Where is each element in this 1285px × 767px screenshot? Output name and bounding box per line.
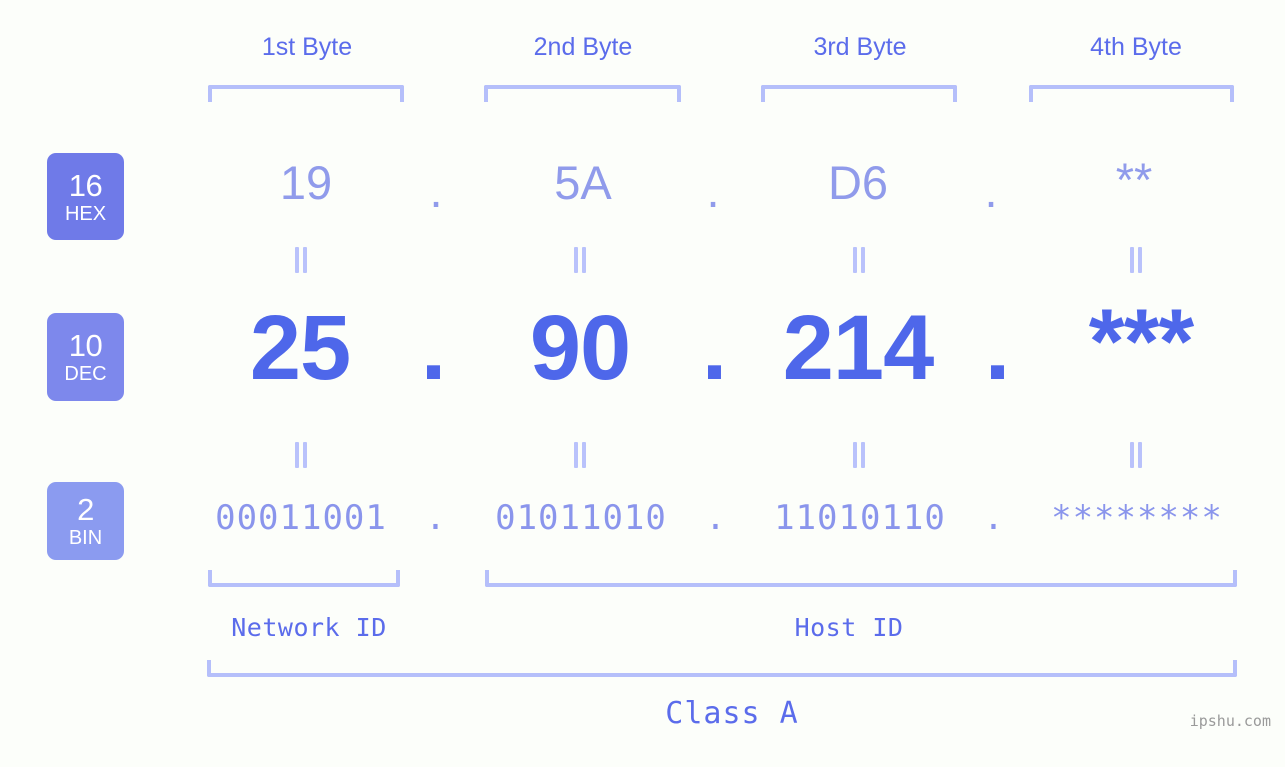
byte-header-label-2: 2nd Byte: [533, 33, 633, 61]
byte-header-label-1: 1st Byte: [261, 33, 353, 61]
equality-marker-dec-bin-1: [293, 442, 309, 468]
network-id-label: Network ID: [231, 613, 387, 642]
hex-separator-3: .: [984, 164, 998, 217]
dec-separator-1: .: [420, 297, 447, 399]
equality-marker-dec-bin-2: [572, 442, 588, 468]
dec-byte-3: 214: [782, 297, 935, 399]
byte-bracket-4: [1029, 85, 1234, 102]
bin-byte-3: 11010110: [774, 498, 946, 538]
base-badge-name-bin: BIN: [68, 527, 103, 549]
hex-separator-2: .: [706, 164, 720, 217]
hex-separator-1: .: [429, 164, 443, 217]
base-badge-radix-dec: 10: [68, 328, 103, 363]
hex-byte-3: D6: [827, 156, 889, 209]
base-badge-name-hex: HEX: [64, 202, 107, 225]
equality-marker-dec-bin-4: [1128, 442, 1144, 468]
base-badge-name-dec: DEC: [64, 363, 107, 385]
base-badge-radix-bin: 2: [77, 492, 94, 527]
hex-byte-2: 5A: [554, 156, 612, 209]
class-bracket: [207, 660, 1237, 677]
bin-separator-2: .: [705, 498, 727, 538]
ip-address-breakdown-diagram: 1st Byte 2nd Byte 3rd Byte 4th Byte 16 H…: [0, 0, 1285, 767]
class-label: Class A: [665, 696, 799, 731]
byte-bracket-2: [484, 85, 681, 102]
network-id-bracket: [208, 570, 400, 587]
dec-separator-3: .: [984, 297, 1011, 399]
dec-separator-2: .: [701, 297, 728, 399]
equality-marker-hex-dec-1: [293, 247, 309, 273]
bin-byte-2: 01011010: [495, 498, 667, 538]
host-id-bracket: [485, 570, 1237, 587]
base-badge-radix-hex: 16: [68, 167, 103, 203]
bin-byte-4: ********: [1051, 498, 1223, 538]
equality-marker-hex-dec-2: [572, 247, 588, 273]
byte-header-label-4: 4th Byte: [1090, 33, 1182, 61]
hex-byte-4: **: [1115, 153, 1153, 206]
byte-bracket-3: [761, 85, 957, 102]
dec-byte-1: 25: [249, 297, 351, 399]
dec-byte-2: 90: [529, 297, 631, 399]
base-badge-dec: 10 DEC: [47, 313, 124, 401]
byte-header-label-3: 3rd Byte: [813, 33, 907, 61]
dec-byte-4: ***: [1088, 291, 1194, 393]
site-watermark: ipshu.com: [1189, 712, 1271, 730]
hex-byte-1: 19: [279, 156, 333, 209]
equality-marker-dec-bin-3: [851, 442, 867, 468]
host-id-label: Host ID: [794, 613, 904, 642]
base-badge-hex: 16 HEX: [47, 153, 124, 240]
equality-marker-hex-dec-3: [851, 247, 867, 273]
base-badge-bin: 2 BIN: [47, 482, 124, 560]
bin-separator-3: .: [983, 498, 1005, 538]
byte-bracket-1: [208, 85, 404, 102]
bin-separator-1: .: [425, 498, 447, 538]
equality-marker-hex-dec-4: [1128, 247, 1144, 273]
bin-byte-1: 00011001: [215, 498, 387, 538]
